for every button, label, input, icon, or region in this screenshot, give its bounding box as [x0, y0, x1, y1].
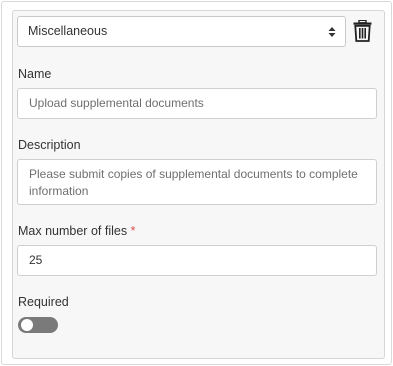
max-files-input[interactable]: 25	[17, 245, 377, 276]
up-down-caret-icon	[328, 27, 336, 37]
category-select[interactable]: Miscellaneous	[17, 16, 346, 47]
max-files-value: 25	[29, 253, 43, 267]
name-label: Name	[18, 67, 52, 81]
description-label: Description	[18, 138, 81, 152]
trash-icon[interactable]	[353, 20, 372, 42]
required-label: Required	[18, 295, 69, 309]
max-files-label-text: Max number of files	[18, 224, 128, 238]
toggle-knob	[21, 319, 33, 331]
description-placeholder: Please submit copies of supplemental doc…	[29, 167, 358, 198]
category-select-value: Miscellaneous	[28, 24, 108, 38]
required-toggle[interactable]	[18, 317, 58, 333]
required-marker: *	[130, 224, 136, 238]
description-textarea[interactable]: Please submit copies of supplemental doc…	[17, 159, 377, 205]
name-input-placeholder: Upload supplemental documents	[29, 96, 204, 110]
max-files-label: Max number of files *	[18, 224, 135, 238]
name-input[interactable]: Upload supplemental documents	[17, 88, 377, 119]
